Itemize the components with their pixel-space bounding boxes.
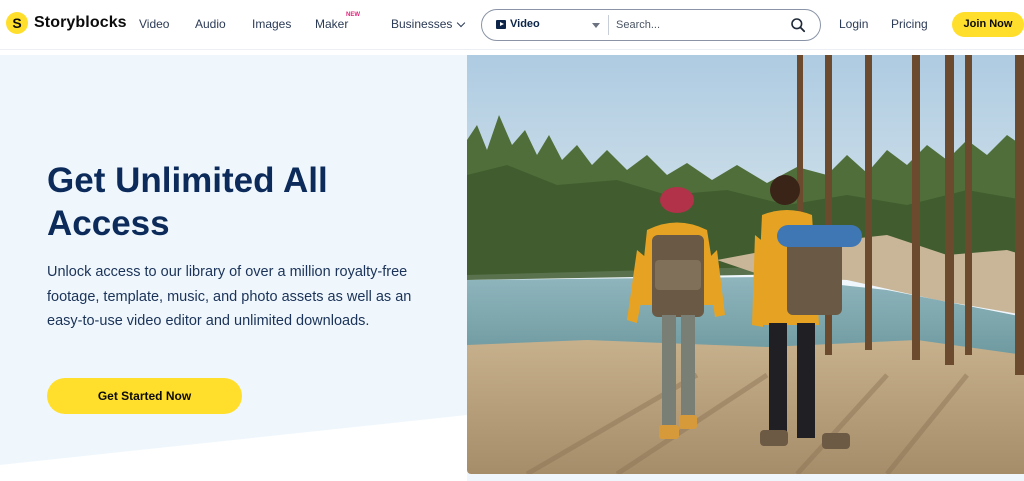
new-badge: NEW	[346, 12, 360, 18]
search-type-select[interactable]: Video	[496, 18, 540, 30]
caret-down-icon[interactable]	[592, 23, 600, 28]
nav-link-images[interactable]: Images	[252, 17, 291, 31]
nav-link-businesses[interactable]: Businesses	[391, 17, 466, 31]
video-play-icon	[496, 19, 506, 29]
nav-link-maker-label: Maker	[315, 17, 349, 31]
pricing-link[interactable]: Pricing	[891, 17, 928, 31]
hero-photo	[467, 55, 1024, 474]
top-navbar: S Storyblocks Video Audio Images Maker N…	[0, 0, 1024, 50]
search-type-label: Video	[510, 18, 540, 30]
hero-description: Unlock access to our library of over a m…	[47, 264, 412, 329]
chevron-down-icon	[457, 18, 466, 28]
search-divider	[608, 15, 609, 35]
nav-link-video[interactable]: Video	[139, 17, 169, 31]
nav-link-businesses-label: Businesses	[391, 17, 453, 31]
get-started-button[interactable]: Get Started Now	[47, 378, 242, 414]
nav-link-maker[interactable]: Maker NEW	[315, 12, 360, 31]
brand-name: Storyblocks	[34, 14, 127, 31]
search-input[interactable]	[616, 15, 786, 35]
join-now-button[interactable]: Join Now	[952, 12, 1024, 37]
login-link[interactable]: Login	[839, 17, 868, 31]
search-icon[interactable]	[790, 17, 806, 33]
nav-link-audio[interactable]: Audio	[195, 17, 226, 31]
hero-section: Get Unlimited All Access Unlock access t…	[0, 55, 1024, 481]
hero-title: Get Unlimited All Access	[47, 161, 328, 243]
storyblocks-logo-icon: S	[6, 12, 28, 34]
brand-logo[interactable]: S Storyblocks	[6, 12, 127, 34]
hikers-lake-photo	[467, 55, 1024, 474]
search-bar: Video	[481, 9, 821, 41]
